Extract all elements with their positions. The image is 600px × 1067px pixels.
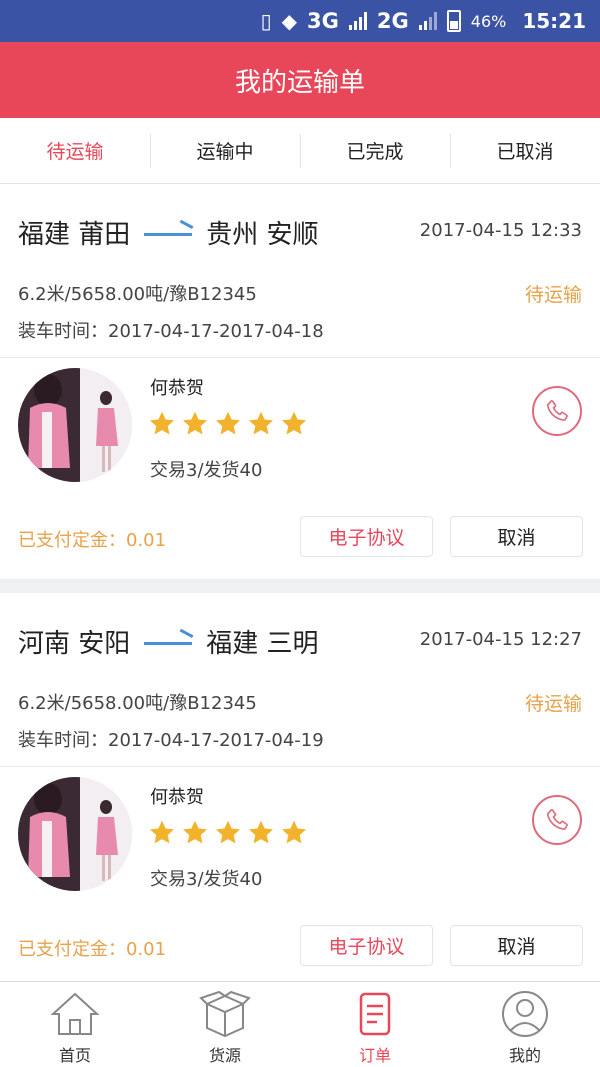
driver-stats: 交易3/发货40: [150, 869, 263, 890]
nav-home[interactable]: 首页: [0, 982, 150, 1067]
cancel-button[interactable]: 取消: [450, 925, 583, 966]
status-bar: ▯ ◆ 3G 2G 46% 15:21: [0, 0, 600, 42]
vibrate-icon: ▯: [260, 9, 272, 33]
tab-completed[interactable]: 已完成: [300, 118, 450, 183]
app-header: 我的运输单: [0, 42, 600, 118]
origin: 河南 安阳: [18, 628, 131, 659]
nav-cargo-label: 货源: [208, 1046, 241, 1065]
tab-bar: 待运输 运输中 已完成 已取消: [0, 118, 600, 184]
deposit-paid: 已支付定金：0.01: [18, 530, 167, 551]
star-icon: [281, 411, 307, 435]
origin: 福建 莆田: [18, 219, 131, 250]
call-button[interactable]: [532, 795, 582, 845]
load-time: 装车时间：2017-04-17-2017-04-18: [18, 321, 324, 342]
tab-pending[interactable]: 待运输: [0, 118, 150, 183]
box-icon: [199, 990, 251, 1038]
signal-icon: [348, 12, 367, 30]
battery-icon: [446, 10, 461, 32]
phone-icon: [546, 400, 568, 421]
network-2g-label: 2G: [376, 9, 409, 33]
call-button[interactable]: [532, 386, 582, 436]
star-icon: [248, 411, 274, 435]
network-3g-label: 3G: [307, 9, 339, 33]
destination: 福建 三明: [206, 628, 319, 659]
wifi-icon: ◆: [281, 9, 298, 33]
order-time: 2017-04-15 12:33: [419, 220, 582, 241]
nav-profile-label: 我的: [508, 1046, 541, 1065]
destination: 贵州 安顺: [206, 219, 319, 250]
load-time: 装车时间：2017-04-17-2017-04-19: [18, 730, 324, 751]
driver-name: 何恭贺: [150, 378, 204, 399]
bottom-nav: 首页 货源 订单 我的: [0, 981, 600, 1067]
nav-cargo[interactable]: 货源: [150, 982, 300, 1067]
clock: 15:21: [522, 9, 586, 33]
nav-home-label: 首页: [58, 1046, 91, 1065]
nav-orders[interactable]: 订单: [300, 982, 450, 1067]
order-card[interactable]: 河南 安阳 福建 三明 2017-04-15 12:27 6.2米/5658.0…: [0, 593, 600, 988]
order-status: 待运输: [524, 284, 582, 306]
star-icon: [149, 411, 175, 435]
star-icon: [248, 820, 274, 844]
divider: [0, 766, 600, 767]
order-status: 待运输: [524, 693, 582, 715]
cancel-button[interactable]: 取消: [450, 516, 583, 557]
driver-stats: 交易3/发货40: [150, 460, 263, 481]
tab-cancelled[interactable]: 已取消: [450, 118, 600, 183]
deposit-paid: 已支付定金：0.01: [18, 939, 167, 960]
route: 河南 安阳 福建 三明: [18, 621, 319, 661]
page-title: 我的运输单: [234, 67, 365, 98]
divider: [0, 357, 600, 358]
order-card[interactable]: 福建 莆田 贵州 安顺 2017-04-15 12:33 6.2米/5658.0…: [0, 184, 600, 579]
star-icon: [281, 820, 307, 844]
route: 福建 莆田 贵州 安顺: [18, 212, 319, 252]
driver-name: 何恭贺: [150, 787, 204, 808]
nav-profile[interactable]: 我的: [450, 982, 600, 1067]
avatar[interactable]: [18, 368, 132, 482]
battery-level: 46%: [470, 11, 507, 31]
star-icon: [182, 411, 208, 435]
star-icon: [215, 411, 241, 435]
order-time: 2017-04-15 12:27: [419, 629, 582, 650]
arrow-right-icon: [144, 633, 193, 649]
vehicle-info: 6.2米/5658.00吨/豫B12345: [18, 693, 257, 714]
rating-stars: [148, 819, 308, 847]
tab-in-transit[interactable]: 运输中: [150, 118, 300, 183]
vehicle-info: 6.2米/5658.00吨/豫B12345: [18, 284, 257, 305]
user-icon: [502, 991, 548, 1037]
star-icon: [215, 820, 241, 844]
star-icon: [149, 820, 175, 844]
arrow-right-icon: [144, 224, 193, 240]
order-icon: [359, 992, 391, 1036]
e-contract-button[interactable]: 电子协议: [300, 516, 433, 557]
star-icon: [182, 820, 208, 844]
nav-orders-label: 订单: [358, 1046, 391, 1065]
avatar[interactable]: [18, 777, 132, 891]
signal-icon: [418, 12, 437, 30]
e-contract-button[interactable]: 电子协议: [300, 925, 433, 966]
rating-stars: [148, 410, 308, 438]
phone-icon: [546, 809, 568, 830]
home-icon: [50, 992, 100, 1035]
